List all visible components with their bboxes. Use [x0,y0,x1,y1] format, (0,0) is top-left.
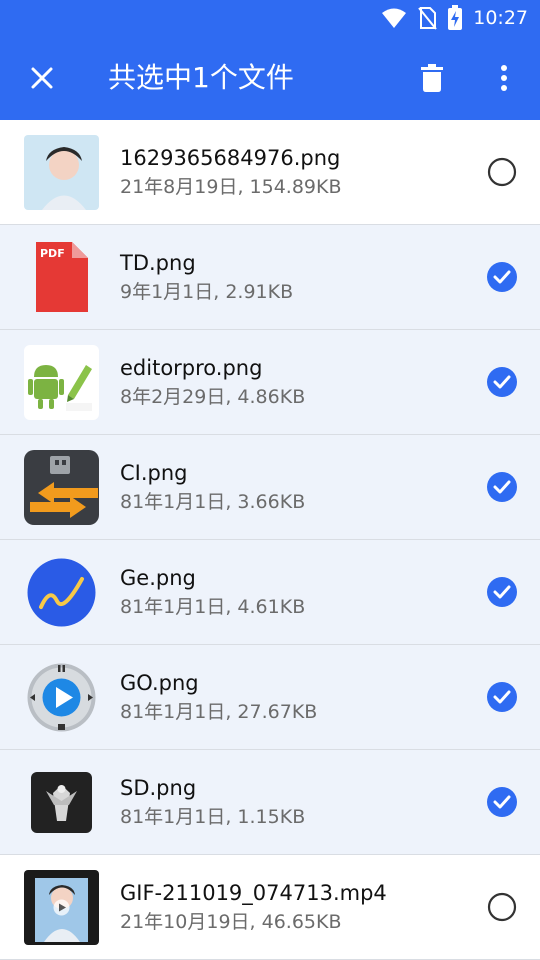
file-meta: 8年2月29日, 4.86KB [120,386,306,408]
close-button[interactable] [22,58,62,98]
pdf-thumbnail: PDF [24,240,99,315]
file-meta: 9年1月1日, 2.91KB [120,281,294,303]
status-icons: 10:27 [381,4,528,32]
checked-circle-icon[interactable] [486,471,518,503]
checked-circle-icon[interactable] [486,786,518,818]
battery-charging-icon [448,5,463,30]
file-meta: 81年1月1日, 1.15KB [120,806,306,828]
list-item[interactable]: CI.png 81年1月1日, 3.66KB [0,435,540,540]
file-meta: 81年1月1日, 3.66KB [120,491,306,513]
checked-circle-icon[interactable] [486,366,518,398]
list-item[interactable]: editorpro.png 8年2月29日, 4.86KB [0,330,540,435]
file-name: editorpro.png [120,356,263,380]
android-editor-thumbnail [24,345,99,420]
file-name: GO.png [120,671,199,695]
photo-thumbnail [24,135,99,210]
emblem-thumbnail [24,765,99,840]
app-bar: 共选中1个文件 [0,36,540,120]
file-name: Ge.png [120,566,196,590]
trash-icon [421,64,443,92]
file-meta: 21年8月19日, 154.89KB [120,176,342,198]
svg-text:PDF: PDF [40,247,65,260]
wifi-icon [382,8,407,28]
file-name: SD.png [120,776,197,800]
no-sim-icon [418,7,438,30]
unchecked-circle-icon[interactable] [486,156,518,188]
close-icon [31,67,53,89]
list-item[interactable]: Ge.png 81年1月1日, 4.61KB [0,540,540,645]
file-name: CI.png [120,461,188,485]
usb-transfer-thumbnail [24,450,99,525]
chart-app-thumbnail [24,555,99,630]
checked-circle-icon[interactable] [486,681,518,713]
file-meta: 81年1月1日, 4.61KB [120,596,306,618]
file-meta: 81年1月1日, 27.67KB [120,701,318,723]
status-time: 10:27 [473,7,528,29]
media-player-thumbnail [24,660,99,735]
status-bar: 10:27 [0,0,540,36]
file-meta: 21年10月19日, 46.65KB [120,911,342,933]
list-item[interactable]: 1629365684976.png 21年8月19日, 154.89KB [0,120,540,225]
delete-button[interactable] [414,58,450,98]
list-item[interactable]: PDF TD.png 9年1月1日, 2.91KB [0,225,540,330]
file-name: GIF-211019_074713.mp4 [120,881,387,905]
checked-circle-icon[interactable] [486,576,518,608]
video-thumbnail [24,870,99,945]
page-title: 共选中1个文件 [108,61,294,94]
checked-circle-icon[interactable] [486,261,518,293]
list-item[interactable]: GO.png 81年1月1日, 27.67KB [0,645,540,750]
file-name: TD.png [120,251,196,275]
file-list: 1629365684976.png 21年8月19日, 154.89KB PDF… [0,120,540,960]
list-item[interactable]: SD.png 81年1月1日, 1.15KB [0,750,540,855]
more-vert-icon [501,65,507,91]
file-name: 1629365684976.png [120,146,341,170]
more-options-button[interactable] [490,58,518,98]
list-item[interactable]: GIF-211019_074713.mp4 21年10月19日, 46.65KB [0,855,540,960]
unchecked-circle-icon[interactable] [486,891,518,923]
